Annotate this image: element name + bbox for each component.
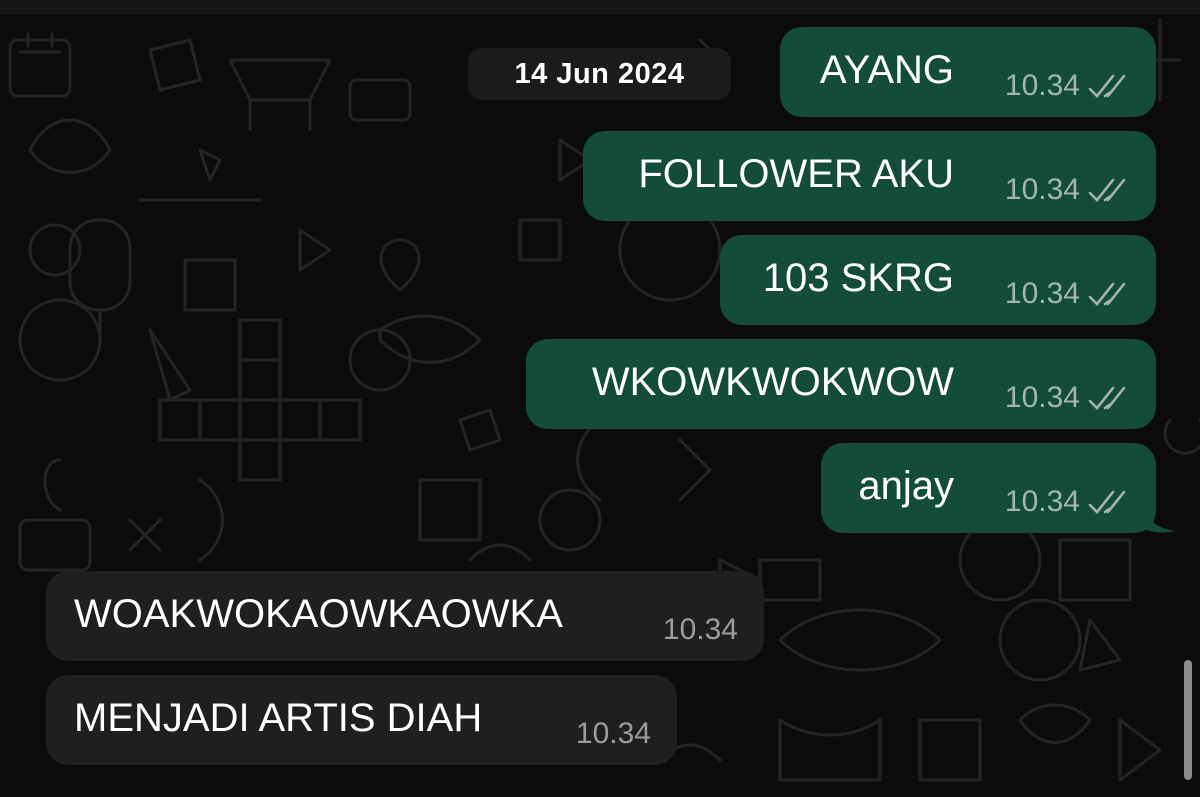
message-time: 10.34	[1004, 69, 1080, 102]
outgoing-message[interactable]: AYANG 10.34	[780, 27, 1156, 117]
message-time: 10.34	[1004, 277, 1080, 310]
incoming-message[interactable]: MENJADI ARTIS DIAH 10.34	[46, 675, 677, 765]
double-check-icon	[1088, 282, 1126, 306]
message-time: 10.34	[575, 717, 651, 750]
double-check-icon	[1088, 490, 1126, 514]
message-text: MENJADI ARTIS DIAH	[74, 696, 483, 740]
message-time: 10.34	[1004, 381, 1080, 414]
message-text: WOAKWOKAOWKAOWKA	[74, 592, 563, 636]
message-text: 103 SKRG	[762, 256, 954, 300]
message-text: anjay	[858, 464, 954, 508]
outgoing-message[interactable]: FOLLOWER AKU 10.34	[583, 131, 1156, 221]
scrollbar-thumb[interactable]	[1184, 660, 1192, 780]
double-check-icon	[1088, 178, 1126, 202]
outgoing-message[interactable]: 103 SKRG 10.34	[720, 235, 1156, 325]
incoming-message[interactable]: WOAKWOKAOWKAOWKA 10.34	[46, 571, 764, 661]
chat-area[interactable]: 14 Jun 2024 AYANG 10.34 FOLLOWER AKU 10.…	[0, 0, 1200, 797]
message-text: WKOWKWOKWOW	[591, 360, 954, 404]
bubble-tail	[1138, 499, 1176, 533]
outgoing-message[interactable]: WKOWKWOKWOW 10.34	[526, 339, 1156, 429]
message-time: 10.34	[662, 613, 738, 646]
outgoing-message[interactable]: anjay 10.34	[821, 443, 1176, 533]
message-time: 10.34	[1004, 173, 1080, 206]
date-separator: 14 Jun 2024	[468, 48, 731, 100]
message-time: 10.34	[1004, 485, 1080, 518]
message-text: AYANG	[819, 48, 954, 92]
double-check-icon	[1088, 386, 1126, 410]
double-check-icon	[1088, 74, 1126, 98]
message-text: FOLLOWER AKU	[638, 152, 954, 196]
